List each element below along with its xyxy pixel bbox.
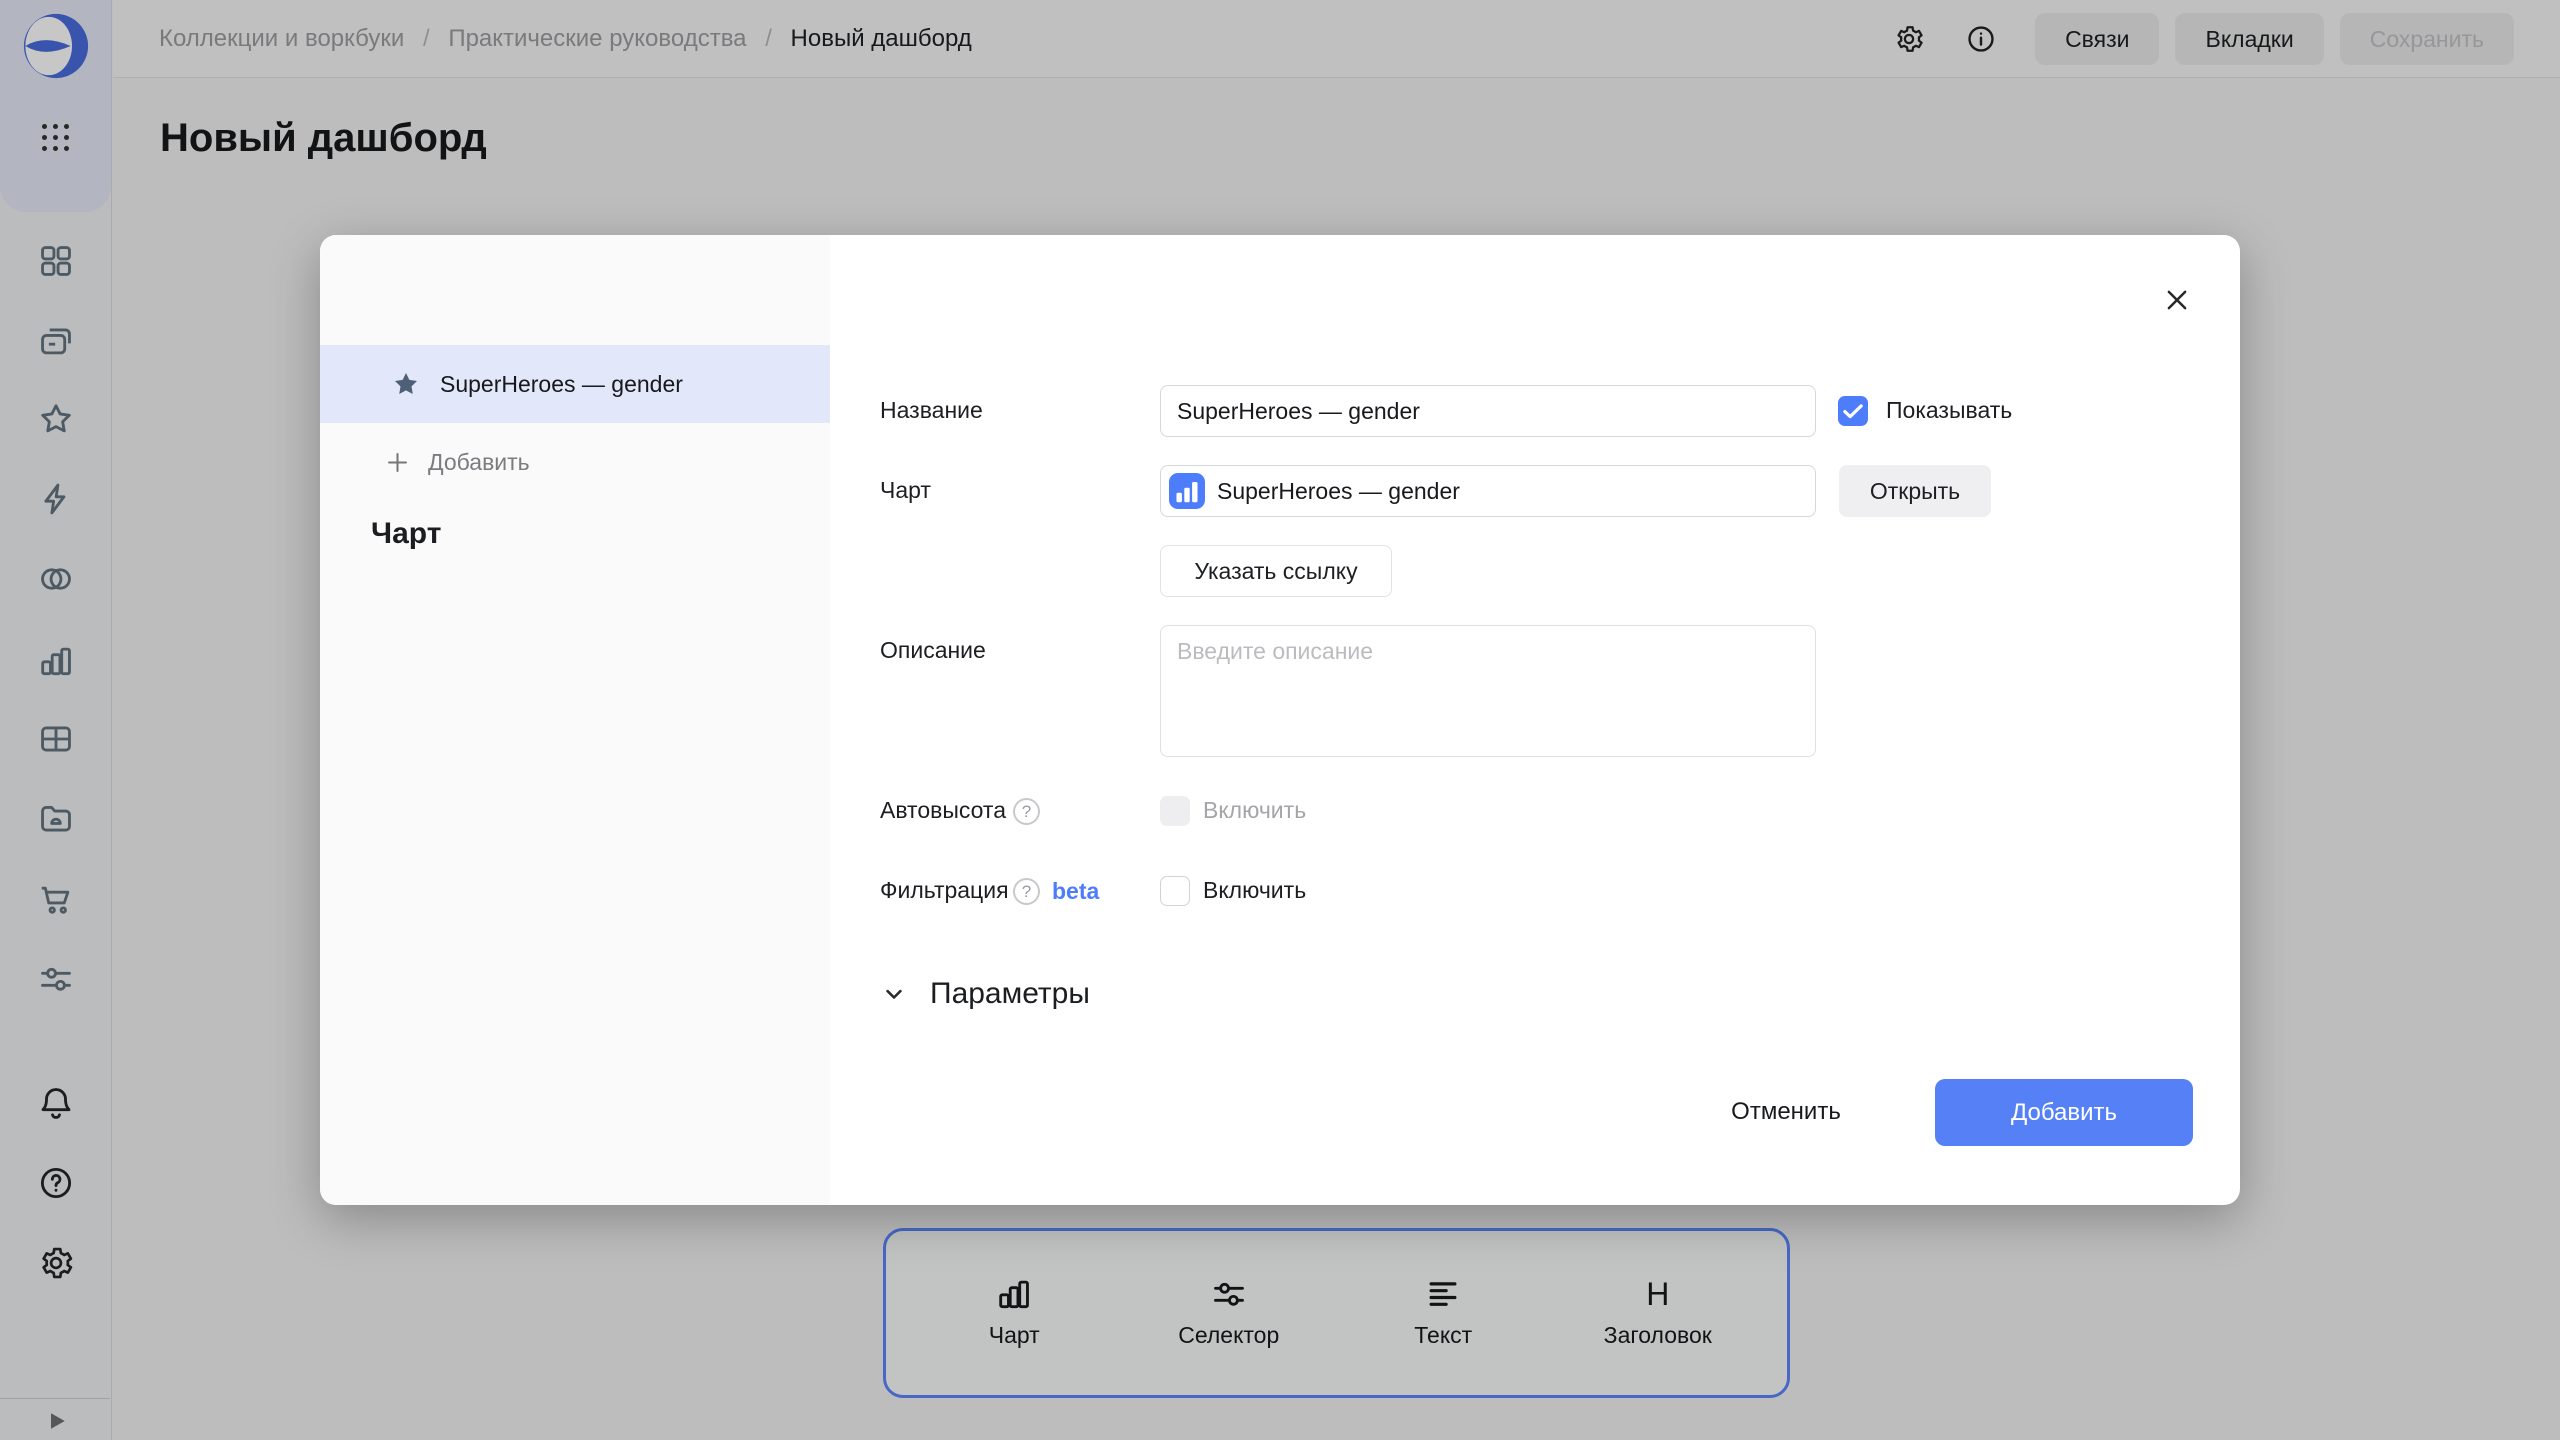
filtering-field-label: Фильтрация	[880, 877, 1009, 904]
panel-title: Чарт	[371, 517, 441, 551]
autoheight-toggle-label: Включить	[1203, 797, 1306, 824]
name-input[interactable]	[1160, 385, 1816, 437]
plus-icon	[384, 449, 411, 476]
params-label: Параметры	[930, 977, 1090, 1011]
chart-type-icon	[1169, 473, 1205, 509]
show-title-checkbox[interactable]	[1838, 396, 1868, 426]
filtering-help-icon[interactable]: ?	[1013, 878, 1040, 905]
params-collapse-toggle[interactable]: Параметры	[880, 977, 1090, 1011]
close-dialog-button[interactable]	[2158, 281, 2196, 319]
add-chart-list-button[interactable]: Добавить	[320, 423, 830, 501]
chart-list-item-selected[interactable]: SuperHeroes — gender	[320, 345, 830, 423]
star-filled-icon	[391, 369, 421, 399]
open-chart-button[interactable]: Открыть	[1839, 465, 1991, 517]
dialog-side-panel: Чарт SuperHeroes — gender Добавить	[320, 235, 830, 1205]
add-button[interactable]: Добавить	[1935, 1079, 2193, 1146]
description-textarea[interactable]	[1160, 625, 1816, 757]
add-chart-dialog: Чарт SuperHeroes — gender Добавить Назва…	[320, 235, 2240, 1205]
chart-list-item-label: SuperHeroes — gender	[440, 371, 683, 398]
name-field-label: Название	[880, 397, 983, 424]
autoheight-help-icon[interactable]: ?	[1013, 798, 1040, 825]
show-title-label: Показывать	[1886, 397, 2012, 424]
description-field-label: Описание	[880, 637, 986, 664]
add-chart-list-label: Добавить	[428, 449, 530, 476]
filtering-checkbox[interactable]	[1160, 876, 1190, 906]
chevron-down-icon	[880, 980, 908, 1008]
filtering-toggle-label: Включить	[1203, 877, 1306, 904]
chart-field-label: Чарт	[880, 477, 931, 504]
chart-value-input[interactable]	[1217, 478, 1815, 505]
close-icon	[2162, 285, 2192, 315]
autoheight-field-label: Автовысота	[880, 797, 1006, 824]
specify-link-button[interactable]: Указать ссылку	[1160, 545, 1392, 597]
autoheight-checkbox[interactable]	[1160, 796, 1190, 826]
chart-select-field[interactable]	[1160, 465, 1816, 517]
dashboard-editor-page: Коллекции и воркбуки / Практические руко…	[0, 0, 2560, 1440]
cancel-button[interactable]: Отменить	[1706, 1085, 1866, 1139]
beta-badge: beta	[1052, 878, 1099, 905]
checkmark-icon	[1838, 396, 1868, 426]
